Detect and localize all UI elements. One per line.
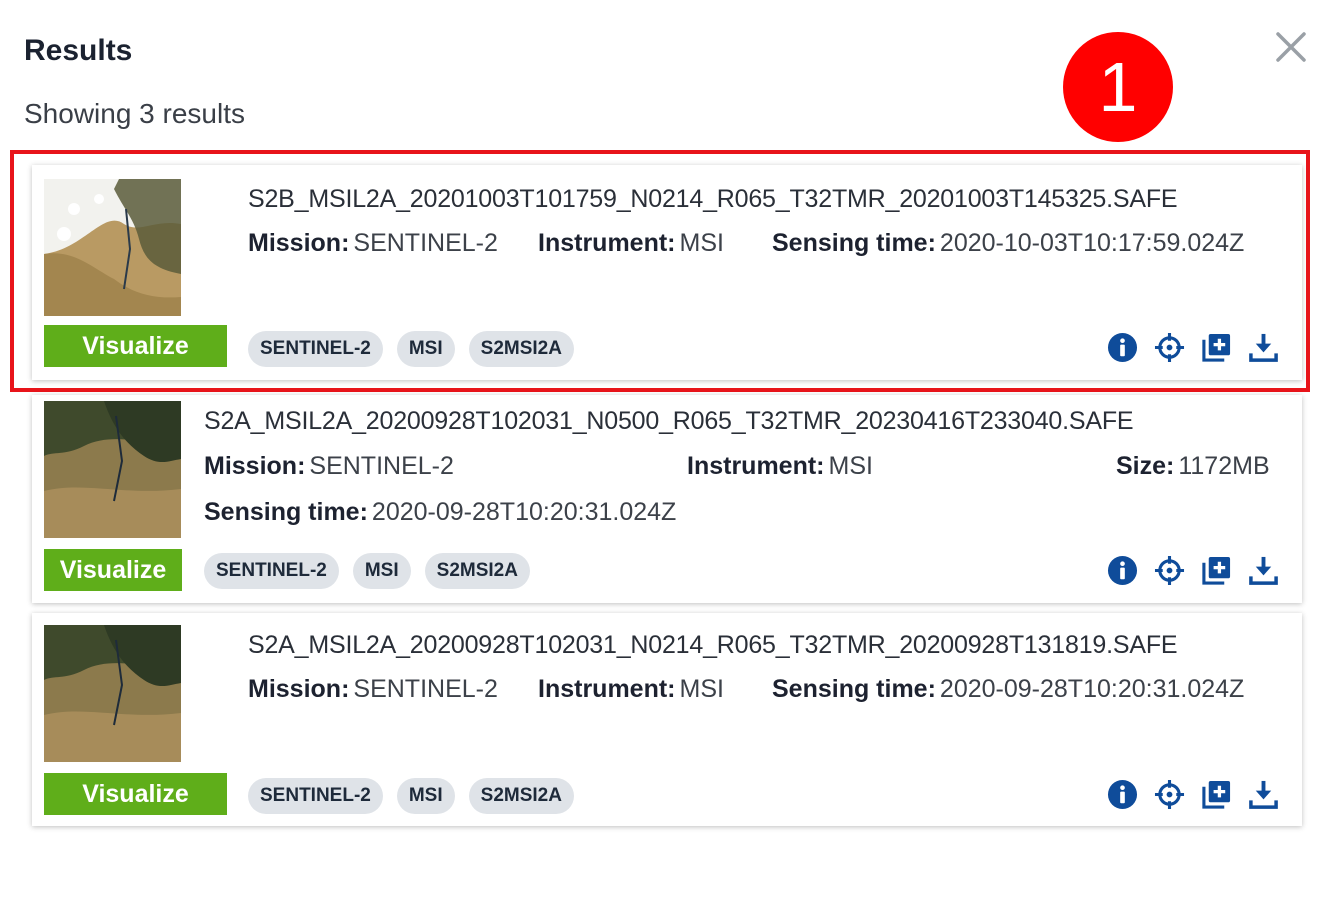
panel-title: Results [24,34,133,67]
sensing-time-field: Sensing time: 2020-09-28T10:20:31.024Z [772,675,1245,703]
results-count: Showing 3 results [24,98,246,129]
result-card-1: Visualize S2B_MSIL2A_20201003T101759_N02… [32,165,1302,380]
product-filename: S2A_MSIL2A_20200928T102031_N0214_R065_T3… [248,631,1178,659]
sensing-time-field: Sensing time: 2020-10-03T10:17:59.024Z [772,229,1245,257]
tag-list: SENTINEL-2 MSI S2MSI2A [204,553,530,589]
download-icon[interactable] [1248,332,1279,363]
add-to-layers-icon[interactable] [1201,332,1232,363]
action-icons [1107,555,1279,586]
tag-mission: SENTINEL-2 [204,553,339,589]
tag-product-type: S2MSI2A [424,553,530,589]
close-icon[interactable] [1272,28,1310,66]
mission-field: Mission: SENTINEL-2 [248,675,498,703]
add-to-layers-icon[interactable] [1201,555,1232,586]
tag-product-type: S2MSI2A [468,331,574,367]
add-to-layers-icon[interactable] [1201,779,1232,810]
info-icon[interactable] [1107,332,1138,363]
instrument-field: Instrument: MSI [538,229,724,257]
action-icons [1107,332,1279,363]
mission-field: Mission: SENTINEL-2 [248,229,498,257]
locate-icon[interactable] [1154,332,1185,363]
product-filename: S2B_MSIL2A_20201003T101759_N0214_R065_T3… [248,185,1178,213]
instrument-field: Instrument: MSI [538,675,724,703]
visualize-button[interactable]: Visualize [44,773,227,815]
download-icon[interactable] [1248,555,1279,586]
product-filename: S2A_MSIL2A_20200928T102031_N0500_R065_T3… [204,407,1134,435]
tag-instrument: MSI [352,553,411,589]
visualize-button[interactable]: Visualize [44,325,227,367]
result-card-2: Visualize S2A_MSIL2A_20200928T102031_N05… [32,395,1302,603]
action-icons [1107,779,1279,810]
tag-instrument: MSI [396,331,455,367]
mission-field: Mission: SENTINEL-2 [204,452,454,480]
tag-mission: SENTINEL-2 [248,331,383,367]
tag-mission: SENTINEL-2 [248,778,383,814]
result-card-3: Visualize S2A_MSIL2A_20200928T102031_N02… [32,613,1302,826]
size-field: Size: 1172MB [1116,452,1270,480]
sensing-time-field: Sensing time: 2020-09-28T10:20:31.024Z [204,498,677,526]
locate-icon[interactable] [1154,555,1185,586]
info-icon[interactable] [1107,555,1138,586]
tag-product-type: S2MSI2A [468,778,574,814]
info-icon[interactable] [1107,779,1138,810]
locate-icon[interactable] [1154,779,1185,810]
result-thumbnail[interactable] [44,179,181,316]
result-thumbnail[interactable] [44,401,181,538]
download-icon[interactable] [1248,779,1279,810]
tag-list: SENTINEL-2 MSI S2MSI2A [248,331,574,367]
tag-instrument: MSI [396,778,455,814]
instrument-field: Instrument: MSI [687,452,873,480]
visualize-button[interactable]: Visualize [44,549,182,591]
step-number-badge: 1 [1063,32,1173,142]
result-thumbnail[interactable] [44,625,181,762]
tag-list: SENTINEL-2 MSI S2MSI2A [248,778,574,814]
